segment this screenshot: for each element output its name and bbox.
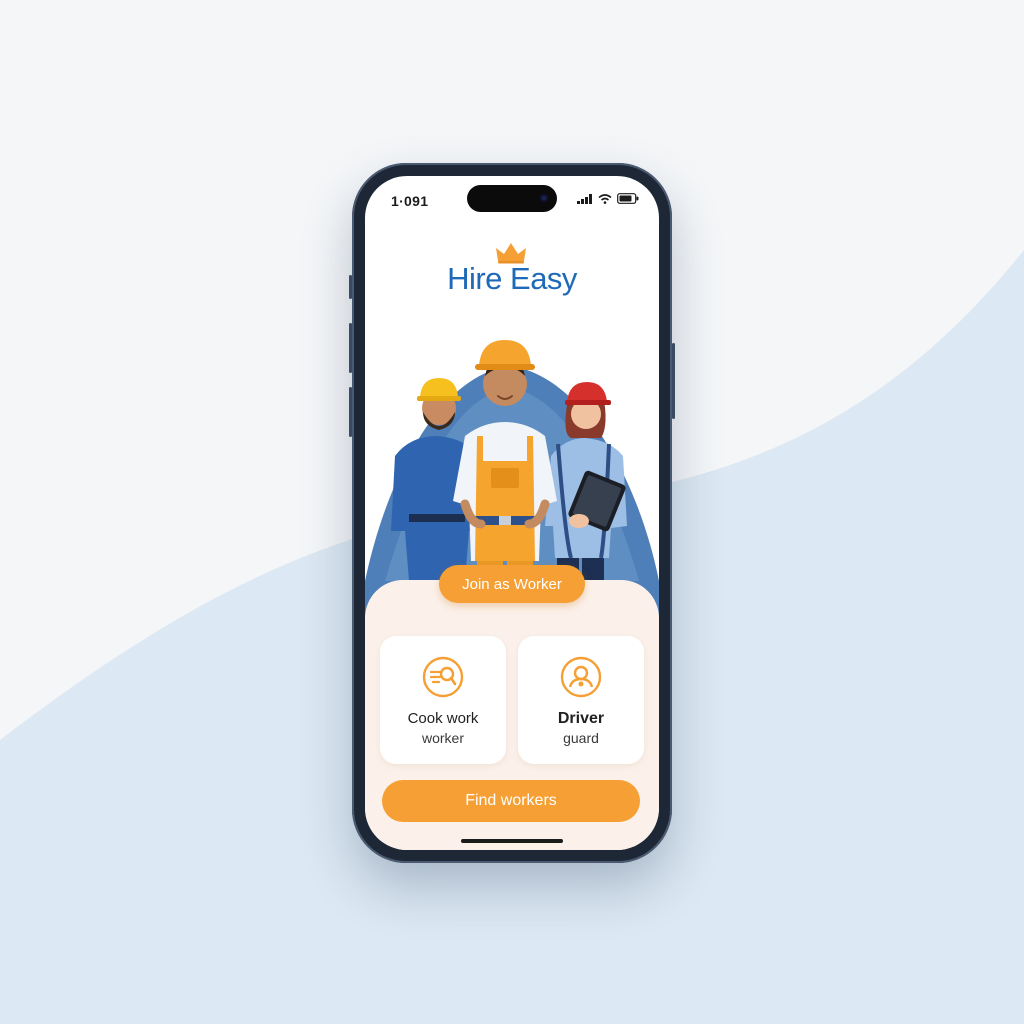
category-title: Cook work bbox=[407, 710, 479, 727]
wifi-icon bbox=[598, 193, 612, 204]
driver-person-icon bbox=[560, 656, 602, 698]
phone-frame: 1·091 Hire Easy Join as Worker Cook work… bbox=[349, 163, 675, 863]
category-subtitle: worker bbox=[421, 730, 464, 746]
signal-icon bbox=[577, 193, 592, 204]
category-card-cook[interactable]: Cook work worker bbox=[380, 636, 506, 764]
cook-tools-icon bbox=[422, 656, 464, 698]
battery-icon bbox=[617, 193, 639, 204]
status-time: 1·091 bbox=[391, 193, 429, 209]
home-indicator[interactable] bbox=[461, 839, 563, 843]
join-as-worker-button[interactable]: Join as Worker bbox=[439, 565, 585, 603]
category-card-driver[interactable]: Driver guard bbox=[518, 636, 644, 764]
category-subtitle: guard bbox=[563, 730, 599, 746]
category-title: Driver bbox=[557, 710, 605, 727]
app-screen: 1·091 Hire Easy Join as Worker Cook work… bbox=[365, 176, 659, 850]
find-workers-button[interactable]: Find workers bbox=[382, 780, 640, 822]
status-icons bbox=[577, 193, 639, 204]
dynamic-island bbox=[467, 185, 557, 212]
app-title: Hire Easy bbox=[447, 261, 577, 296]
